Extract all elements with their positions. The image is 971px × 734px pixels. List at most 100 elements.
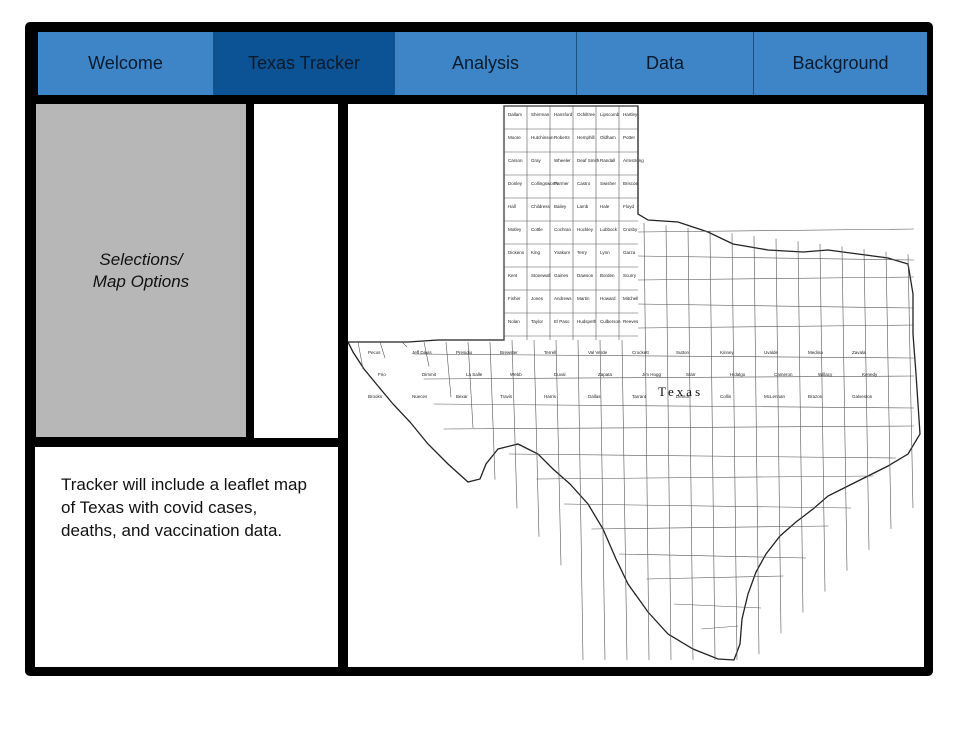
- county-label: Nueces: [412, 394, 428, 399]
- county-label: Crosby: [623, 227, 638, 232]
- county-label: Duval: [554, 372, 566, 377]
- county-label: Deaf Smith: [577, 158, 600, 163]
- county-label: El Paso: [554, 319, 570, 324]
- county-label: Hall: [508, 204, 516, 209]
- county-label: Uvalde: [764, 350, 779, 355]
- tab-analysis[interactable]: Analysis: [395, 32, 577, 95]
- county-label: Dimmit: [422, 372, 437, 377]
- county-label: Lynn: [600, 250, 610, 255]
- county-label: Collin: [720, 394, 732, 399]
- texas-county-map[interactable]: Dallam Sherman Hansford Ochiltree Lipscomb Ha…: [348, 104, 924, 667]
- county-label: Jim Hogg: [642, 372, 662, 377]
- tab-texas-tracker[interactable]: Texas Tracker: [214, 32, 395, 95]
- county-label: Hutchinson: [531, 135, 554, 140]
- county-label: Mitchell: [623, 296, 638, 301]
- county-label: Scurry: [623, 273, 637, 278]
- county-label: Willacy: [818, 372, 833, 377]
- county-label: Reeves: [623, 319, 639, 324]
- county-label: Bailey: [554, 204, 567, 209]
- county-label: Lubbock: [600, 227, 618, 232]
- top-nav: Welcome Texas Tracker Analysis Data Back…: [38, 32, 927, 95]
- county-label: Carson: [508, 158, 523, 163]
- county-label: Randall: [600, 158, 615, 163]
- county-label: Sutton: [676, 350, 690, 355]
- county-label: Tarrant: [632, 394, 647, 399]
- county-label: Ochiltree: [577, 112, 596, 117]
- tab-welcome[interactable]: Welcome: [38, 32, 214, 95]
- county-label: Medina: [808, 350, 823, 355]
- county-label: Harris: [544, 394, 557, 399]
- county-label: Floyd: [623, 204, 635, 209]
- county-label: Hemphill: [577, 135, 595, 140]
- county-label: Hudspeth: [577, 319, 597, 324]
- county-label: Wheeler: [554, 158, 571, 163]
- county-label: Yoakum: [554, 250, 570, 255]
- county-label: Hale: [600, 204, 610, 209]
- county-label: Travis: [500, 394, 513, 399]
- county-label: Gaines: [554, 273, 569, 278]
- county-label: Lamb: [577, 204, 589, 209]
- county-label: Dallas: [588, 394, 601, 399]
- county-label: Borden: [600, 273, 615, 278]
- county-label: Kent: [508, 273, 518, 278]
- description-text: Tracker will include a leaflet map of Te…: [61, 475, 307, 540]
- county-label: Frio: [378, 372, 386, 377]
- county-label: Webb: [510, 372, 522, 377]
- county-label: Dickens: [508, 250, 525, 255]
- tab-data[interactable]: Data: [577, 32, 754, 95]
- county-label: King: [531, 250, 541, 255]
- county-label: Garza: [623, 250, 636, 255]
- county-label: Crockett: [632, 350, 650, 355]
- county-label: Zavala: [852, 350, 866, 355]
- selections-label-line1: Selections/: [99, 249, 183, 269]
- county-label: Pecos: [368, 350, 381, 355]
- county-label: Nolan: [508, 319, 520, 324]
- sidebar-spacer: [254, 104, 338, 438]
- county-label: Oldham: [600, 135, 616, 140]
- county-label: Gray: [531, 158, 542, 163]
- county-label: Dawson: [577, 273, 594, 278]
- texas-map-panel[interactable]: Dallam Sherman Hansford Ochiltree Lipscomb Ha…: [348, 104, 924, 667]
- county-label: Cochran: [554, 227, 572, 232]
- county-label: Brooks: [368, 394, 383, 399]
- county-label: Brazos: [808, 394, 823, 399]
- county-label: Swisher: [600, 181, 617, 186]
- county-label: Potter: [623, 135, 636, 140]
- county-label: Zapata: [598, 372, 613, 377]
- county-label: Andrews: [554, 296, 572, 301]
- texas-outline: [348, 105, 921, 661]
- county-label: Armstrong: [623, 158, 644, 163]
- state-label: Texas: [658, 384, 703, 399]
- county-label: Hockley: [577, 227, 594, 232]
- county-label: Sherman: [531, 112, 550, 117]
- county-label: Castro: [577, 181, 591, 186]
- county-label: Val Verde: [588, 350, 608, 355]
- county-label: Terry: [577, 250, 588, 255]
- county-label: Terrell: [544, 350, 556, 355]
- selections-label: Selections/ Map Options: [93, 249, 189, 293]
- county-label: Parmer: [554, 181, 569, 186]
- selections-panel[interactable]: Selections/ Map Options: [36, 104, 246, 437]
- county-label: Cameron: [774, 372, 793, 377]
- county-label: Donley: [508, 181, 523, 186]
- description-panel: Tracker will include a leaflet map of Te…: [35, 447, 338, 667]
- county-label: Motley: [508, 227, 522, 232]
- county-label: Hartley: [623, 112, 638, 117]
- county-label: Cottle: [531, 227, 543, 232]
- county-label: Roberts: [554, 135, 571, 140]
- county-label: Brewster: [500, 350, 518, 355]
- county-label: Bexar: [456, 394, 468, 399]
- tab-background[interactable]: Background: [754, 32, 927, 95]
- county-label: Howard: [600, 296, 616, 301]
- county-label: Hidalgo: [730, 372, 746, 377]
- county-label: Starr: [686, 372, 696, 377]
- county-label: Kinney: [720, 350, 735, 355]
- county-label: Lipscomb: [600, 112, 620, 117]
- county-label: Jones: [531, 296, 544, 301]
- selections-label-line2: Map Options: [92, 271, 190, 291]
- county-label: La Salle: [466, 372, 483, 377]
- county-label: Taylor: [531, 319, 544, 324]
- county-label: Fisher: [508, 296, 521, 301]
- county-label: Kenedy: [862, 372, 878, 377]
- county-label: McLennan: [764, 394, 786, 399]
